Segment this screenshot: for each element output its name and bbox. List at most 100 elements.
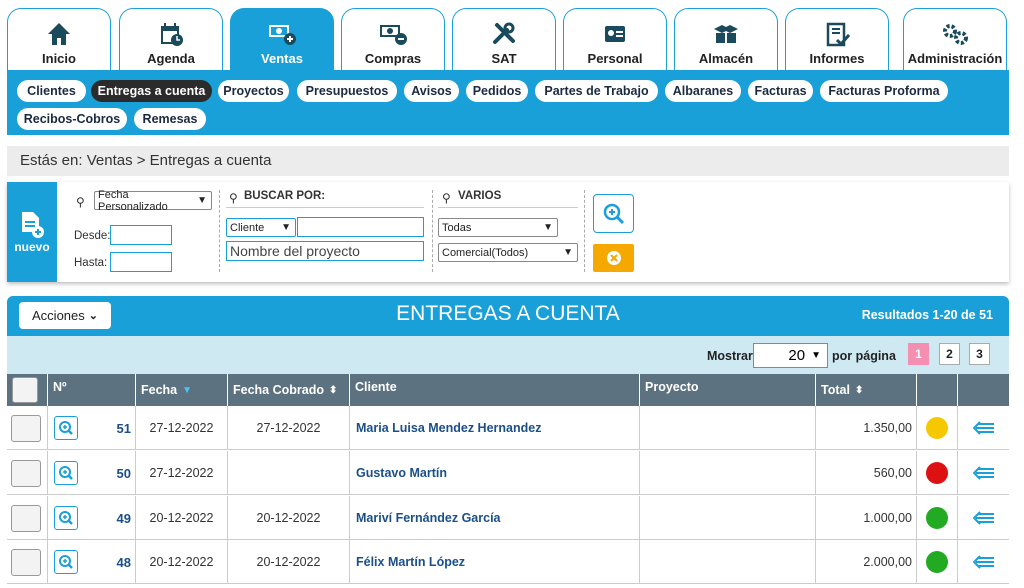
buscar-field-select[interactable]: Cliente ▼	[226, 218, 296, 237]
chevron-down-icon: ▼	[281, 222, 291, 233]
hasta-date-input[interactable]	[110, 252, 172, 272]
table-row[interactable]: 48 20-12-2022 20-12-2022 Félix Martín Ló…	[7, 540, 1009, 584]
view-detail-button[interactable]	[54, 461, 78, 485]
per-page-select[interactable]: 20 ▼	[753, 343, 828, 368]
row-num-cell: 48	[47, 540, 135, 584]
row-cobrado-cell: 20-12-2022	[227, 496, 349, 540]
row-cliente-cell: Gustavo Martín	[349, 451, 639, 495]
row-checkbox[interactable]	[11, 459, 41, 487]
subnav-recibos-cobros[interactable]: Recibos-Cobros	[17, 108, 127, 130]
row-fecha-cell: 27-12-2022	[135, 406, 227, 450]
buscar-value-input[interactable]	[297, 217, 424, 237]
page-3-button[interactable]: 3	[969, 343, 990, 365]
row-checkbox[interactable]	[11, 504, 41, 532]
tab-label: Agenda	[147, 51, 195, 66]
mostrar-label: Mostrar	[707, 349, 753, 363]
subnav-pedidos[interactable]: Pedidos	[466, 80, 528, 102]
menu-arrow-icon[interactable]	[972, 465, 995, 481]
col-total-label: Total	[821, 383, 850, 397]
row-proyecto-cell	[639, 540, 815, 584]
tab-inicio[interactable]: Inicio	[7, 8, 111, 70]
tab-ventas[interactable]: Ventas	[230, 8, 334, 70]
home-icon	[44, 19, 74, 49]
col-actions	[957, 374, 1009, 406]
row-checkbox[interactable]	[11, 414, 41, 442]
subnav-proyectos[interactable]: Proyectos	[218, 80, 289, 102]
row-status-cell	[916, 496, 957, 540]
col-fecha-cobrado[interactable]: Fecha Cobrado ⬍	[227, 374, 349, 406]
row-total-cell: 560,00	[815, 451, 916, 495]
row-checkbox[interactable]	[11, 548, 41, 576]
col-proyecto[interactable]: Proyecto	[639, 374, 815, 406]
subnav-clientes[interactable]: Clientes	[17, 80, 86, 102]
comercial-select[interactable]: Comercial(Todos) ▼	[438, 243, 578, 262]
view-detail-button[interactable]	[54, 506, 78, 530]
subnav-facturas-proforma[interactable]: Facturas Proforma	[820, 80, 948, 102]
tab-almacen[interactable]: Almacén	[674, 8, 778, 70]
sub-nav: Clientes Entregas a cuenta Proyectos Pre…	[7, 70, 1009, 135]
row-cliente-link[interactable]: Gustavo Martín	[356, 466, 447, 480]
page-1-button[interactable]: 1	[908, 343, 929, 365]
row-total-cell: 1.350,00	[815, 406, 916, 450]
table-row[interactable]: 51 27-12-2022 27-12-2022 Maria Luisa Men…	[7, 406, 1009, 450]
row-cliente-link[interactable]: Mariví Fernández García	[356, 511, 501, 525]
view-detail-button[interactable]	[54, 550, 78, 574]
tab-sat[interactable]: SAT	[452, 8, 556, 70]
table-row[interactable]: 50 27-12-2022 Gustavo Martín 560,00	[7, 451, 1009, 495]
row-fecha-cobrado: 27-12-2022	[256, 421, 321, 435]
subnav-presupuestos[interactable]: Presupuestos	[297, 80, 397, 102]
zoom-in-icon	[59, 421, 73, 435]
row-cliente-link[interactable]: Maria Luisa Mendez Hernandez	[356, 421, 541, 435]
row-status-cell	[916, 451, 957, 495]
desde-date-input[interactable]	[110, 225, 172, 245]
nuevo-button[interactable]: nuevo	[7, 182, 57, 282]
estado-select[interactable]: Todas ▼	[438, 218, 558, 237]
sort-desc-icon: ▼	[182, 384, 193, 396]
date-mode-select[interactable]: Fecha Personalizado ▼	[94, 189, 212, 213]
tab-label: Informes	[809, 51, 865, 66]
clear-filters-button[interactable]	[593, 244, 634, 272]
tab-administracion[interactable]: Administración	[903, 8, 1007, 70]
col-cliente[interactable]: Cliente	[349, 374, 639, 406]
tab-compras[interactable]: Compras	[341, 8, 445, 70]
row-proyecto-cell	[639, 451, 815, 495]
search-icon: ⚲	[76, 195, 85, 209]
table-row[interactable]: 49 20-12-2022 20-12-2022 Mariví Fernánde…	[7, 496, 1009, 540]
row-actions-cell	[957, 451, 1009, 495]
menu-arrow-icon[interactable]	[972, 420, 995, 436]
select-all-checkbox[interactable]	[12, 377, 38, 403]
tab-informes[interactable]: Informes	[785, 8, 889, 70]
subnav-entregas-a-cuenta[interactable]: Entregas a cuenta	[91, 80, 212, 102]
subnav-remesas[interactable]: Remesas	[134, 108, 206, 130]
row-num-cell: 50	[47, 451, 135, 495]
row-select-cell	[7, 406, 47, 450]
tab-personal[interactable]: Personal	[563, 8, 667, 70]
row-total: 1.350,00	[863, 421, 912, 435]
subnav-albaranes[interactable]: Albaranes	[665, 80, 741, 102]
subnav-facturas[interactable]: Facturas	[748, 80, 813, 102]
proyecto-search-input[interactable]: Nombre del proyecto	[226, 241, 424, 261]
subnav-partes-de-trabajo[interactable]: Partes de Trabajo	[535, 80, 658, 102]
calendar-icon	[156, 19, 186, 49]
row-num-cell: 49	[47, 496, 135, 540]
view-detail-button[interactable]	[54, 416, 78, 440]
id-card-icon	[600, 19, 630, 49]
tab-agenda[interactable]: Agenda	[119, 8, 223, 70]
row-total: 560,00	[873, 466, 912, 480]
menu-arrow-icon[interactable]	[972, 554, 995, 570]
row-fecha-cobrado: 20-12-2022	[256, 555, 321, 569]
tab-label: Compras	[364, 51, 422, 66]
menu-arrow-icon[interactable]	[972, 510, 995, 526]
col-total[interactable]: Total ⬍	[815, 374, 916, 406]
search-button[interactable]	[593, 194, 634, 233]
chevron-down-icon: ▼	[811, 350, 821, 361]
row-cliente-link[interactable]: Félix Martín López	[356, 555, 465, 569]
page-2-button[interactable]: 2	[939, 343, 960, 365]
col-fecha[interactable]: Fecha ▼	[135, 374, 227, 406]
subnav-avisos[interactable]: Avisos	[404, 80, 459, 102]
chevron-down-icon: ▼	[543, 222, 553, 233]
row-cliente-cell: Mariví Fernández García	[349, 496, 639, 540]
col-num[interactable]: Nº	[47, 374, 135, 406]
col-fecha-cobrado-label: Fecha Cobrado	[233, 383, 324, 397]
row-total: 1.000,00	[863, 511, 912, 525]
